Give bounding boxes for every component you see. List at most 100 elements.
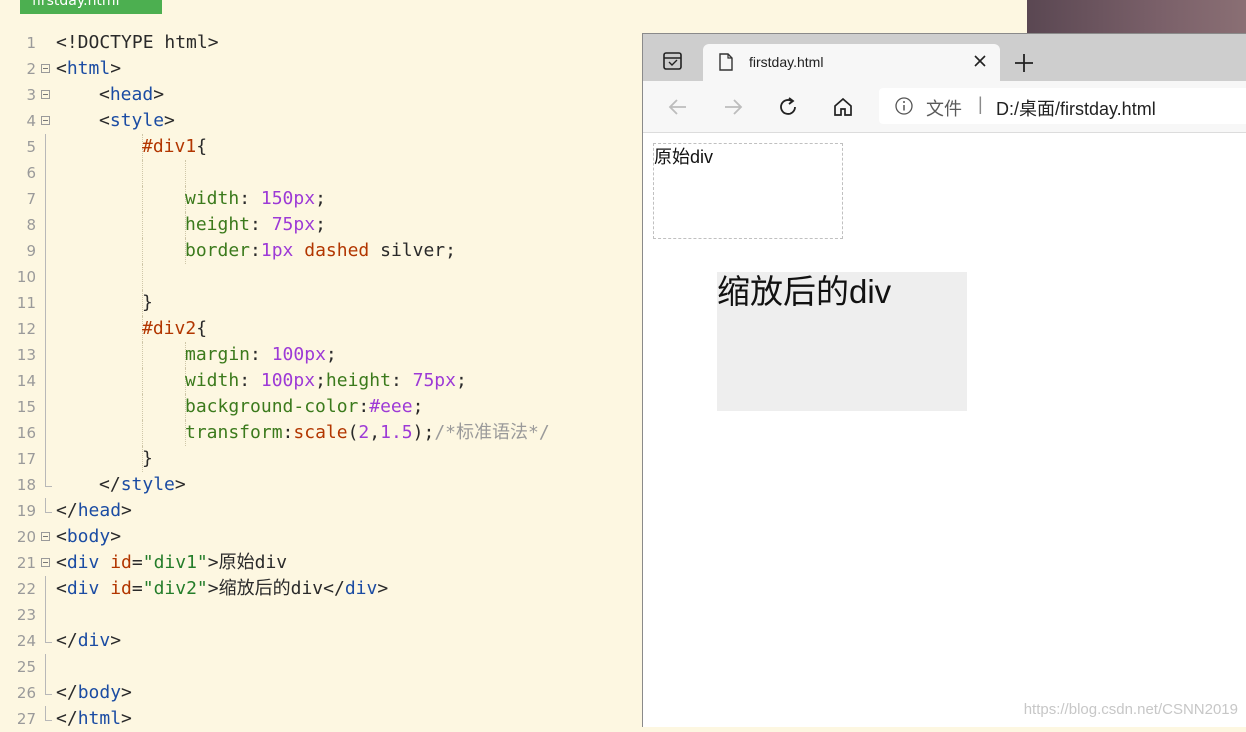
code-token: ; [412, 396, 424, 417]
code-token: </ [323, 578, 345, 599]
line-number: 16 [16, 424, 36, 442]
code-token: ( [347, 422, 359, 443]
code-token: < [56, 578, 67, 599]
fold-end-marker [45, 628, 52, 643]
fold-range-marker [45, 134, 46, 160]
code-token: } [142, 448, 153, 469]
tab-actions-icon[interactable] [655, 47, 689, 75]
plus-icon[interactable] [1013, 52, 1035, 74]
code-token: id [110, 552, 132, 573]
code-token: , [369, 422, 381, 443]
fold-end-marker [45, 498, 52, 513]
code-text: <head> [99, 82, 164, 108]
code-token: < [99, 110, 110, 131]
code-token: 原始div [218, 552, 288, 573]
code-text: } [142, 290, 153, 316]
line-number: 10 [16, 268, 36, 286]
code-token: 75px [412, 370, 456, 391]
editor-file-tab[interactable]: firstday.html [20, 0, 162, 14]
fold-range-marker [45, 394, 46, 420]
code-token: > [121, 500, 132, 521]
tab-title: firstday.html [749, 54, 824, 70]
line-number: 4 [26, 112, 36, 130]
code-token: "div1" [142, 552, 208, 573]
code-token: } [142, 292, 153, 313]
code-token: ; [455, 370, 467, 391]
code-token: div [77, 630, 111, 651]
code-token: 1px [260, 240, 294, 261]
code-text: transform:scale(2,1.5);/*标准语法*/ [185, 420, 550, 446]
address-url[interactable]: D:/桌面/firstday.html [996, 95, 1156, 121]
code-text: </style> [99, 472, 186, 498]
code-token: height [325, 370, 391, 391]
code-token: "div2" [142, 578, 208, 599]
line-number: 22 [16, 580, 36, 598]
desktop-background [1027, 0, 1246, 34]
original-div: 原始div [653, 143, 843, 239]
line-number: 20 [16, 528, 36, 546]
code-token: : [250, 344, 272, 365]
indent-guide [142, 394, 143, 420]
fold-toggle-icon[interactable] [41, 64, 50, 73]
fold-toggle-icon[interactable] [41, 116, 50, 125]
code-token: > [174, 474, 186, 495]
code-token: : [358, 396, 370, 417]
code-token: #eee [369, 396, 413, 417]
address-scheme: 文件 [926, 99, 962, 119]
code-token: div [66, 552, 100, 573]
code-token: height [185, 214, 251, 235]
code-token: style [120, 474, 175, 495]
line-number: 11 [16, 294, 36, 312]
code-token: div [344, 578, 378, 599]
code-token: /*标准语法*/ [434, 422, 550, 443]
code-text: </div> [56, 628, 121, 654]
code-token: </ [99, 474, 121, 495]
close-icon[interactable] [972, 53, 988, 69]
home-icon[interactable] [831, 95, 855, 119]
code-text: <div id="div2">缩放后的div</div> [56, 576, 388, 602]
arrow-right-icon[interactable] [721, 95, 745, 119]
scaled-div: 缩放后的div [717, 272, 967, 411]
code-token: width [185, 188, 240, 209]
page-icon [719, 53, 733, 71]
code-token: scale [293, 422, 348, 443]
fold-range-marker [45, 290, 46, 316]
browser-tab[interactable]: firstday.html [703, 44, 1000, 81]
code-token: background-color [185, 396, 359, 417]
code-text: background-color:#eee; [185, 394, 423, 420]
line-number: 21 [16, 554, 36, 572]
fold-range-marker [45, 238, 46, 264]
code-token: 100px [271, 344, 326, 365]
code-text: <html> [56, 56, 121, 82]
code-token: > [121, 682, 132, 703]
fold-range-marker [45, 420, 46, 446]
code-token: > [110, 630, 122, 651]
address-bar[interactable]: 文件 | D:/桌面/firstday.html [879, 88, 1246, 124]
refresh-icon[interactable] [776, 95, 800, 119]
page-viewport: 原始div 缩放后的div [643, 133, 1246, 727]
code-token: head [77, 500, 122, 521]
code-token: = [131, 552, 143, 573]
line-number: 7 [26, 190, 36, 208]
code-text: #div2{ [142, 316, 207, 342]
fold-toggle-icon[interactable] [41, 90, 50, 99]
code-token: ); [412, 422, 435, 443]
fold-range-marker [45, 316, 46, 342]
code-token: </ [56, 630, 78, 651]
info-icon[interactable] [895, 97, 913, 115]
line-number: 17 [16, 450, 36, 468]
indent-guide [142, 238, 143, 264]
arrow-left-icon[interactable] [666, 95, 690, 119]
code-token: dashed [304, 240, 370, 261]
code-text: #div1{ [142, 134, 207, 160]
line-number: 5 [26, 138, 36, 156]
code-token: ; [325, 344, 337, 365]
code-token: 2 [358, 422, 370, 443]
indent-guide [142, 212, 143, 238]
fold-toggle-icon[interactable] [41, 532, 50, 541]
code-token: id [110, 578, 132, 599]
fold-range-marker [45, 342, 46, 368]
fold-range-marker [45, 576, 46, 602]
fold-toggle-icon[interactable] [41, 558, 50, 567]
